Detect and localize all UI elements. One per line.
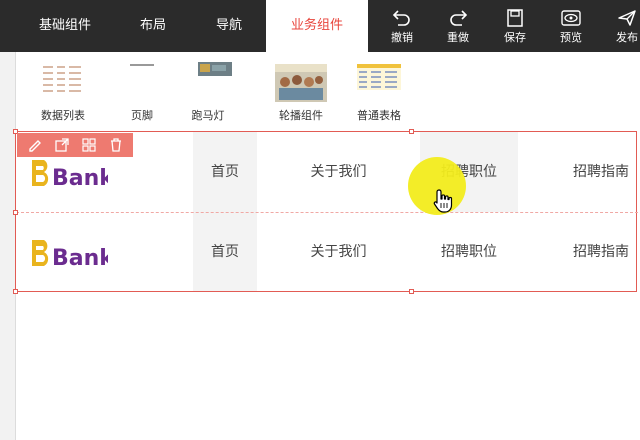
top-toolbar: 基础组件 布局 导航 业务组件 撤销 重做 保存 预览 发布 [0,0,640,52]
bank-logo: Bank [32,160,108,190]
hand-cursor-icon [433,189,453,213]
component-marquee[interactable]: 跑马灯 [173,52,243,122]
nav-item-about[interactable]: 关于我们 [276,212,401,292]
redo-button[interactable]: 重做 [430,0,486,52]
component-carousel[interactable]: 轮播组件 [266,52,336,122]
undo-label: 撤销 [391,31,413,44]
selection-toolbar [17,133,133,157]
component-label: 跑马灯 [191,109,225,122]
delete-icon[interactable] [107,136,125,154]
nav-item-guide[interactable]: 招聘指南 [546,212,640,292]
table-thumbnail [357,64,401,90]
preview-button[interactable]: 预览 [543,0,599,52]
undo-icon [392,10,410,26]
nav-item-home[interactable]: 首页 [193,212,257,292]
resize-handle[interactable] [13,289,18,294]
footer-thumbnail [130,64,154,66]
component-label: 数据列表 [41,109,85,122]
redo-icon [450,10,468,26]
tab-navigation[interactable]: 导航 [192,0,266,52]
bank-logo-text: Bank [52,166,108,190]
open-icon[interactable] [53,136,71,154]
component-label: 普通表格 [357,109,401,122]
publish-button[interactable]: 发布 [599,0,640,52]
nav-item-guide[interactable]: 招聘指南 [546,132,640,212]
edit-icon[interactable] [26,136,44,154]
resize-handle[interactable] [409,289,414,294]
nav-component-row[interactable]: Bank 首页 关于我们 招聘职位 招聘指南 [16,212,640,292]
save-label: 保存 [504,31,526,44]
component-label: 页脚 [131,109,153,122]
resize-handle[interactable] [409,129,414,134]
component-data-list[interactable]: 数据列表 [28,52,98,122]
marquee-thumbnail [198,62,232,76]
copy-icon[interactable] [80,136,98,154]
row-divider [16,212,638,213]
nav-item-about[interactable]: 关于我们 [276,132,401,212]
publish-label: 发布 [616,31,638,44]
component-footer[interactable]: 页脚 [107,52,177,122]
bank-logo-text: Bank [52,246,108,270]
component-table[interactable]: 普通表格 [344,52,414,122]
nav-item-jobs[interactable]: 招聘职位 [420,212,518,292]
preview-label: 预览 [560,31,582,44]
tab-business-components[interactable]: 业务组件 [266,0,368,52]
tab-layout[interactable]: 布局 [120,0,186,52]
save-button[interactable]: 保存 [487,0,543,52]
resize-handle[interactable] [13,210,18,215]
carousel-thumbnail [275,64,327,102]
component-label: 轮播组件 [279,109,323,122]
redo-label: 重做 [447,31,469,44]
publish-icon [618,10,636,26]
tab-basic-components[interactable]: 基础组件 [18,0,112,52]
data-list-thumbnail [43,66,81,92]
preview-icon [561,10,581,26]
save-icon [507,9,523,27]
undo-button[interactable]: 撤销 [374,0,430,52]
bank-logo: Bank [32,240,108,270]
left-gutter [0,52,15,440]
nav-item-home[interactable]: 首页 [193,132,257,212]
